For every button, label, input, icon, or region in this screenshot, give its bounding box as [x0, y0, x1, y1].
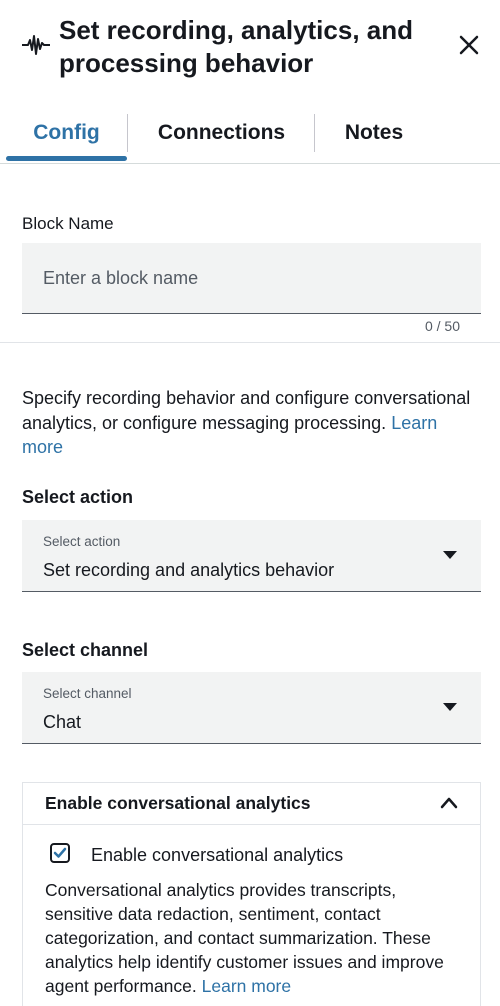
active-tab-indicator [6, 156, 127, 161]
chevron-up-icon[interactable] [439, 793, 459, 813]
tab-divider [314, 114, 315, 152]
select-channel-dropdown[interactable]: Select channel Chat [22, 672, 481, 744]
analytics-expandable-section: Enable conversational analytics Enable c… [22, 782, 481, 1006]
select-channel-value: Chat [43, 712, 82, 732]
tab-config[interactable]: Config [6, 108, 127, 158]
waveform-icon [22, 35, 50, 55]
caret-down-icon [443, 703, 457, 711]
tab-connections[interactable]: Connections [140, 108, 303, 158]
tabs-divider [0, 163, 500, 164]
analytics-learn-more-link[interactable]: Learn more [202, 976, 292, 996]
block-name-label: Block Name [22, 214, 114, 233]
analytics-section-header[interactable]: Enable conversational analytics [23, 783, 480, 825]
select-channel-small-label: Select channel [43, 686, 132, 701]
page-title: Set recording, analytics, and processing… [59, 15, 413, 78]
analytics-checkbox-label[interactable]: Enable conversational analytics [91, 845, 343, 866]
block-name-input[interactable] [22, 243, 481, 313]
select-action-dropdown[interactable]: Select action Set recording and analytic… [22, 520, 481, 592]
panel-header: Set recording, analytics, and processing… [0, 0, 500, 100]
check-icon [53, 847, 67, 858]
block-description: Specify recording behavior and configure… [22, 386, 472, 460]
analytics-section-title: Enable conversational analytics [45, 793, 311, 813]
caret-down-icon [443, 551, 457, 559]
select-action-label: Select action [22, 487, 134, 507]
analytics-checkbox[interactable] [50, 843, 70, 863]
block-name-field[interactable] [22, 243, 481, 314]
character-counter: 0 / 50 [424, 318, 460, 334]
close-icon[interactable] [454, 30, 484, 60]
tab-notes[interactable]: Notes [330, 108, 418, 158]
tab-divider [127, 114, 128, 152]
tab-bar: Config Connections Notes [0, 108, 500, 166]
section-divider [0, 342, 500, 343]
analytics-description: Conversational analytics provides transc… [45, 878, 460, 998]
select-action-small-label: Select action [43, 534, 121, 549]
select-action-value: Set recording and analytics behavior [43, 560, 335, 580]
select-channel-label: Select channel [22, 640, 149, 660]
